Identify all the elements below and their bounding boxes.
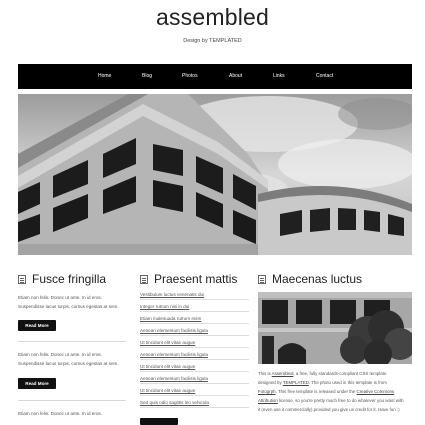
building-photo bbox=[18, 94, 412, 255]
link-item[interactable]: Aenean elementum facilisis ligula bbox=[140, 351, 249, 360]
about-text-line-4: Attribution license, so you're pretty mu… bbox=[258, 398, 404, 403]
link-text[interactable]: Ut tincidunt elit vitae augue bbox=[140, 364, 195, 369]
post-text-1b: Suspendisse lacus turpis, cursus egestas… bbox=[18, 304, 119, 309]
post-text-2a: Etiam non felis. Donec ut ante. In id er… bbox=[18, 352, 103, 357]
link-item[interactable]: Aenean elementum facilisis ligula bbox=[140, 327, 249, 336]
post-text-3a: Etiam non felis. Donec ut ante. In id er… bbox=[18, 411, 103, 416]
link-item[interactable]: Ut tincidunt elit vitae augue bbox=[140, 339, 249, 348]
document-icon bbox=[140, 275, 148, 284]
link-text[interactable]: Integer rutrum nisi in dui bbox=[140, 304, 189, 309]
link-text[interactable]: Ut tincidunt elit vitae augue bbox=[140, 388, 195, 393]
main-nav: Home Blog Photos About Links Contact bbox=[18, 64, 412, 89]
templated-link[interactable]: TEMPLATED bbox=[283, 380, 309, 385]
link-item[interactable]: Etiam malesuada rutrum enim bbox=[140, 315, 249, 324]
sidebar-photo bbox=[258, 292, 412, 364]
divider bbox=[18, 341, 126, 342]
link-text[interactable]: Sed quis odio sagittis leo vehicula bbox=[140, 400, 209, 405]
nav-contact[interactable]: Contact bbox=[316, 73, 333, 79]
about-link[interactable]: Assembled bbox=[272, 371, 294, 376]
creative-commons-link[interactable]: Creative Commons bbox=[357, 389, 395, 394]
hero-photo bbox=[18, 94, 412, 255]
read-more-button-2[interactable]: Read More bbox=[18, 378, 56, 389]
about-text-line-2: designed by TEMPLATED. The photo used in… bbox=[258, 380, 387, 385]
link-item[interactable]: Vestibulum luctus venenatis dui bbox=[140, 291, 249, 300]
about-text-line-1: This is Assembled, a free, fully standar… bbox=[258, 371, 387, 376]
middle-column-heading: Praesent mattis bbox=[140, 272, 252, 286]
link-text[interactable]: Etiam malesuada rutrum enim bbox=[140, 316, 201, 321]
document-icon bbox=[18, 275, 26, 284]
fotogrph-link[interactable]: Fotogrph bbox=[258, 389, 276, 394]
read-more-button-1[interactable]: Read More bbox=[18, 320, 56, 331]
left-column-title: Fusce fringilla bbox=[32, 272, 107, 286]
left-column-heading: Fusce fringilla bbox=[18, 272, 128, 286]
about-text-line-3: Fotogrph. This free template is released… bbox=[258, 389, 395, 394]
link-item[interactable]: Ut tincidunt elit vitae augue bbox=[140, 387, 249, 396]
more-button-partial[interactable] bbox=[140, 418, 178, 425]
building-tree-photo bbox=[258, 292, 412, 364]
link-item[interactable]: Integer rutrum nisi in dui bbox=[140, 303, 249, 312]
link-text[interactable]: Aenean elementum facilisis ligula bbox=[140, 376, 208, 381]
link-text[interactable]: Vestibulum luctus venenatis dui bbox=[140, 292, 204, 297]
post-text-2b: Suspendisse lacus turpis, cursus egestas… bbox=[18, 361, 119, 366]
middle-column-title: Praesent mattis bbox=[154, 272, 238, 286]
link-text[interactable]: Ut tincidunt elit vitae augue bbox=[140, 340, 195, 345]
link-text[interactable]: Aenean elementum facilisis ligula bbox=[140, 352, 208, 357]
nav-home[interactable]: Home bbox=[98, 73, 111, 79]
nav-blog[interactable]: Blog bbox=[142, 73, 152, 79]
link-text[interactable]: Aenean elementum facilisis ligula bbox=[140, 328, 208, 333]
divider bbox=[18, 400, 126, 401]
link-item[interactable]: Sed quis odio sagittis leo vehicula bbox=[140, 399, 249, 408]
attribution-link[interactable]: Attribution bbox=[258, 398, 278, 403]
nav-links[interactable]: Links bbox=[273, 73, 285, 79]
link-item[interactable]: Ut tincidunt elit vitae augue bbox=[140, 363, 249, 372]
link-item[interactable]: Aenean elementum facilisis ligula bbox=[140, 375, 249, 384]
nav-photos[interactable]: Photos bbox=[182, 73, 198, 79]
site-tagline: Design by TEMPLATED bbox=[183, 38, 242, 44]
about-text-line-5: it (even use it commercially) provided y… bbox=[258, 407, 400, 412]
post-text-1a: Etiam non felis. Donec ut ante. In id er… bbox=[18, 295, 103, 300]
right-column-heading: Maecenas luctus bbox=[258, 272, 412, 286]
nav-about[interactable]: About bbox=[229, 73, 242, 79]
document-icon bbox=[258, 275, 266, 284]
site-title: assembled bbox=[155, 4, 270, 30]
right-column-title: Maecenas luctus bbox=[272, 272, 363, 286]
